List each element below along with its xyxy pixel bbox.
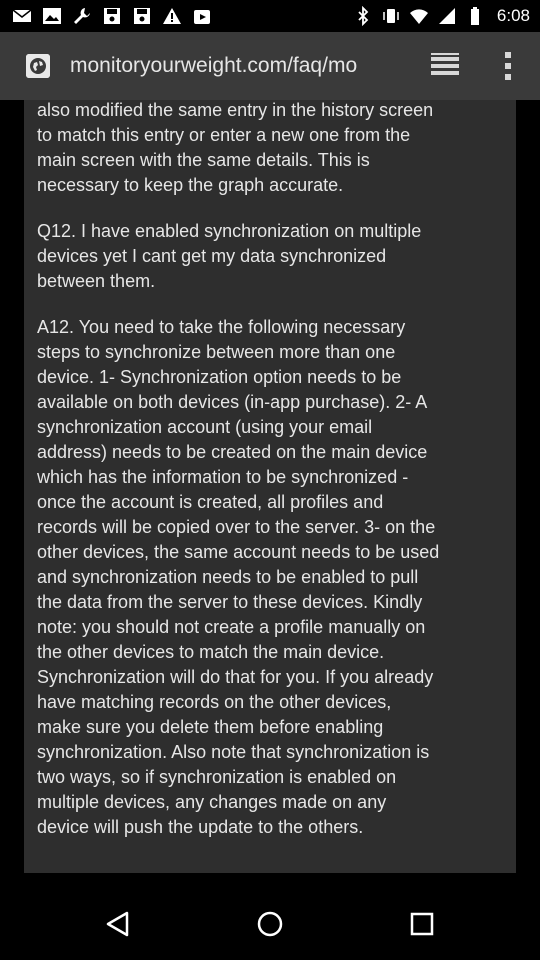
more-vertical-icon[interactable] [496,46,520,86]
home-circle-icon[interactable] [250,904,290,944]
browser-toolbar: monitoryourweight.com/faq/mo [0,32,540,100]
wifi-icon [409,6,429,26]
bluetooth-icon [353,6,373,26]
url-bar[interactable]: monitoryourweight.com/faq/mo [70,52,404,80]
faq-content-card[interactable]: also modified the same entry in the hist… [24,100,516,873]
wrench-icon [72,6,92,26]
status-time: 6:08 [496,6,530,25]
faq-answer-12: A12. You need to take the following nece… [37,317,440,837]
play-store-icon [192,6,212,26]
globe-icon[interactable] [26,54,50,78]
system-icons: 6:08 [353,6,530,26]
mail-icon [12,6,32,26]
warning-icon [162,6,182,26]
save-icon [102,6,122,26]
back-triangle-icon[interactable] [98,904,138,944]
faq-text-container: also modified the same entry in the hist… [37,100,507,861]
recent-apps-square-icon[interactable] [402,904,442,944]
battery-icon [465,6,485,26]
browser-screen: 6:08 monitoryourweight.com/faq/mo also m… [0,0,540,960]
vibrate-icon [381,6,401,26]
signal-icon [437,6,457,26]
faq-question-12: Q12. I have enabled synchronization on m… [37,221,422,291]
reader-mode-icon[interactable] [428,50,462,82]
image-icon [42,6,62,26]
faq-answer-continuation: also modified the same entry in the hist… [37,100,434,195]
navigation-bar [0,888,540,960]
notification-icons [12,6,212,26]
status-bar: 6:08 [0,0,540,32]
save-icon [132,6,152,26]
